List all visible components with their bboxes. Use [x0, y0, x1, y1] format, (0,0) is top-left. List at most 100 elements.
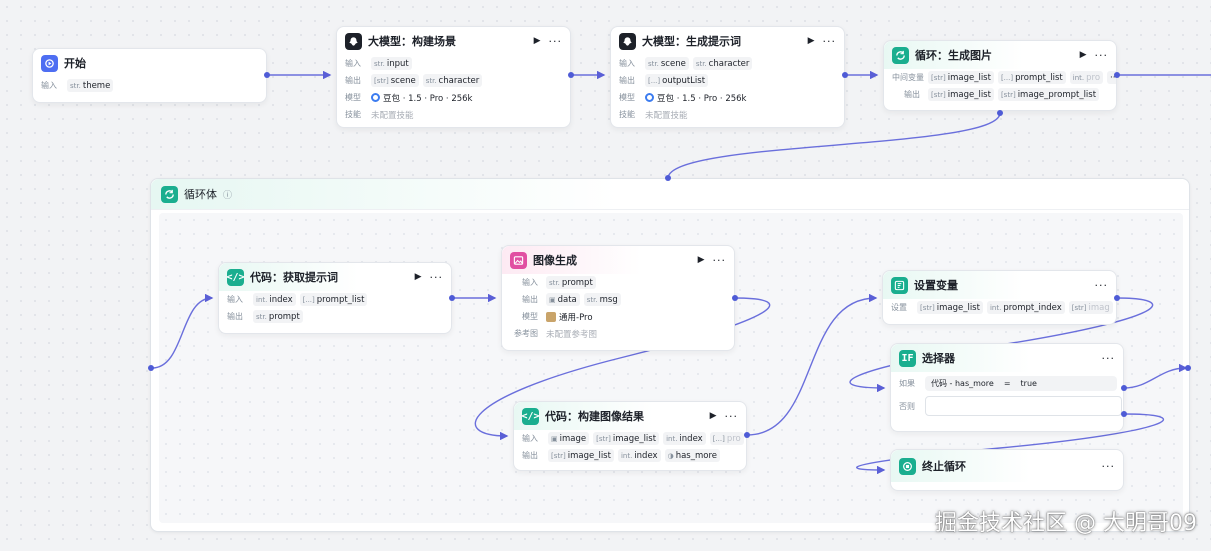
run-button[interactable]: ▶ [534, 36, 541, 46]
port[interactable] [744, 432, 750, 438]
port[interactable] [842, 72, 848, 78]
image-icon [510, 251, 527, 269]
var-tag: [...] pro [709, 432, 744, 445]
more-button[interactable]: ··· [1095, 49, 1109, 62]
doubao-icon [645, 93, 654, 102]
input-label: 输入 [522, 278, 538, 287]
run-button[interactable]: ▶ [1080, 50, 1087, 60]
var-tag: int. index [253, 293, 296, 306]
skill-label: 技能 [345, 110, 361, 119]
else-branch[interactable] [925, 396, 1122, 416]
node-title: 大模型：生成提示词 [642, 35, 741, 48]
if-icon: IF [899, 349, 916, 367]
var-tag: str. character [422, 74, 483, 87]
node-set-variable[interactable]: 设置变量 ··· 设置 [str] image_list int. prompt_i… [882, 270, 1117, 325]
node-image-generation[interactable]: 图像生成 ▶ ··· 输入 str. prompt 输出 ▣ data str. ms… [501, 245, 735, 351]
node-title: 选择器 [922, 352, 955, 365]
set-variable-icon [891, 276, 908, 294]
model-label: 模型 [345, 93, 361, 102]
bool-type-icon: ◑ [667, 451, 674, 460]
var-tag: [str] image_prompt_list [997, 88, 1100, 101]
more-button[interactable]: ··· [1095, 279, 1109, 292]
input-label: 输入 [619, 59, 635, 68]
input-label: 输入 [41, 81, 57, 90]
port[interactable] [264, 72, 270, 78]
loop-icon [161, 185, 178, 203]
node-title: 循环：生成图片 [915, 49, 992, 62]
more-button[interactable]: ··· [823, 35, 837, 48]
workflow-canvas[interactable]: 循环体 ⓘ 开始 输入 str. theme 大模型：构建场景 ▶ ··· 输入… [0, 0, 1211, 551]
model-thumb-icon [546, 311, 556, 322]
more-button[interactable]: ··· [1102, 352, 1116, 365]
watermark: 掘金技术社区 @ 大明哥09 [935, 511, 1197, 536]
var-tag: [...] prompt_list [997, 71, 1066, 84]
more-button[interactable]: ··· [430, 271, 444, 284]
output-label: 输出 [522, 295, 538, 304]
output-label: 输出 [619, 76, 635, 85]
node-loop[interactable]: 循环：生成图片 ▶ ··· 中间变量 [str] image_list [...]… [883, 40, 1117, 111]
node-title: 大模型：构建场景 [368, 35, 456, 48]
if-label: 如果 [899, 378, 915, 388]
var-tag: str. prompt [253, 310, 303, 323]
more-button[interactable]: ··· [1102, 460, 1116, 473]
node-stop-loop[interactable]: 终止循环 ··· [890, 449, 1124, 491]
run-button[interactable]: ▶ [710, 411, 717, 421]
loop-body-header[interactable]: 循环体 ⓘ [151, 179, 1189, 210]
port[interactable] [568, 72, 574, 78]
port[interactable] [732, 295, 738, 301]
model-name: 豆包 · 1.5 · Pro · 256k [383, 93, 473, 104]
info-icon[interactable]: ⓘ [223, 188, 232, 201]
var-tag: [str] image_list [917, 301, 983, 314]
output-label: 输出 [227, 312, 243, 321]
skill-label: 技能 [619, 110, 635, 119]
port[interactable] [1121, 385, 1127, 391]
port[interactable] [1185, 365, 1191, 371]
code-icon: </> [521, 407, 540, 425]
more-button[interactable]: ··· [713, 254, 727, 267]
node-start[interactable]: 开始 输入 str. theme [32, 48, 267, 103]
port[interactable] [997, 110, 1003, 116]
loop-body-title: 循环体 [184, 188, 217, 201]
run-button[interactable]: ▶ [698, 255, 705, 265]
condition-operator: = [1003, 378, 1011, 388]
model-name: 豆包 · 1.5 · Pro · 256k [657, 93, 747, 104]
node-selector[interactable]: IF 选择器 ··· 如果 代码 - has_more = true 否则 [890, 343, 1124, 432]
node-llm-prompt[interactable]: 大模型：生成提示词 ▶ ··· 输入 str. scene str. charact… [610, 26, 845, 128]
input-label: 输入 [227, 295, 243, 304]
condition-row[interactable]: 代码 - has_more = true [925, 375, 1117, 391]
node-title: 图像生成 [533, 254, 577, 267]
llm-icon [345, 32, 362, 50]
node-llm-scene[interactable]: 大模型：构建场景 ▶ ··· 输入 str. input 输出 [str] scen… [336, 26, 571, 128]
loop-icon [892, 46, 909, 64]
port[interactable] [665, 175, 671, 181]
node-code-get-prompt[interactable]: </> 代码：获取提示词 ▶ ··· 输入 int. index [...] pro… [218, 262, 452, 334]
image-type-icon: ▣ [549, 295, 556, 304]
var-tag: [str] scene [371, 74, 419, 87]
var-tag: str. msg [583, 293, 621, 306]
var-tag: str. input [371, 57, 412, 70]
more-button[interactable]: ··· [725, 410, 739, 423]
port[interactable] [449, 295, 455, 301]
node-code-build-result[interactable]: </> 代码：构建图像结果 ▶ ··· 输入 ▣ image [str] image… [513, 401, 747, 471]
node-title: 开始 [64, 57, 86, 70]
stop-icon [899, 457, 916, 475]
node-title: 代码：获取提示词 [250, 271, 338, 284]
run-button[interactable]: ▶ [808, 36, 815, 46]
port[interactable] [1121, 411, 1127, 417]
port[interactable] [148, 365, 154, 371]
var-tag: int. pro [1069, 71, 1104, 84]
var-tag: [...] outputList [645, 74, 709, 87]
model-name: 通用-Pro [559, 312, 593, 323]
condition-left: 代码 - has_more [931, 378, 994, 388]
var-tag: ◑ has_more [664, 449, 720, 462]
port[interactable] [1114, 295, 1120, 301]
node-title: 设置变量 [914, 279, 958, 292]
llm-icon [619, 32, 636, 50]
more-button[interactable]: ··· [549, 35, 563, 48]
port[interactable] [1114, 72, 1120, 78]
output-label: 输出 [904, 90, 920, 99]
var-tag: [str] image_list [928, 71, 994, 84]
input-label: 输入 [522, 434, 538, 443]
run-button[interactable]: ▶ [415, 272, 422, 282]
var-tag: [str] imag [1068, 301, 1113, 314]
